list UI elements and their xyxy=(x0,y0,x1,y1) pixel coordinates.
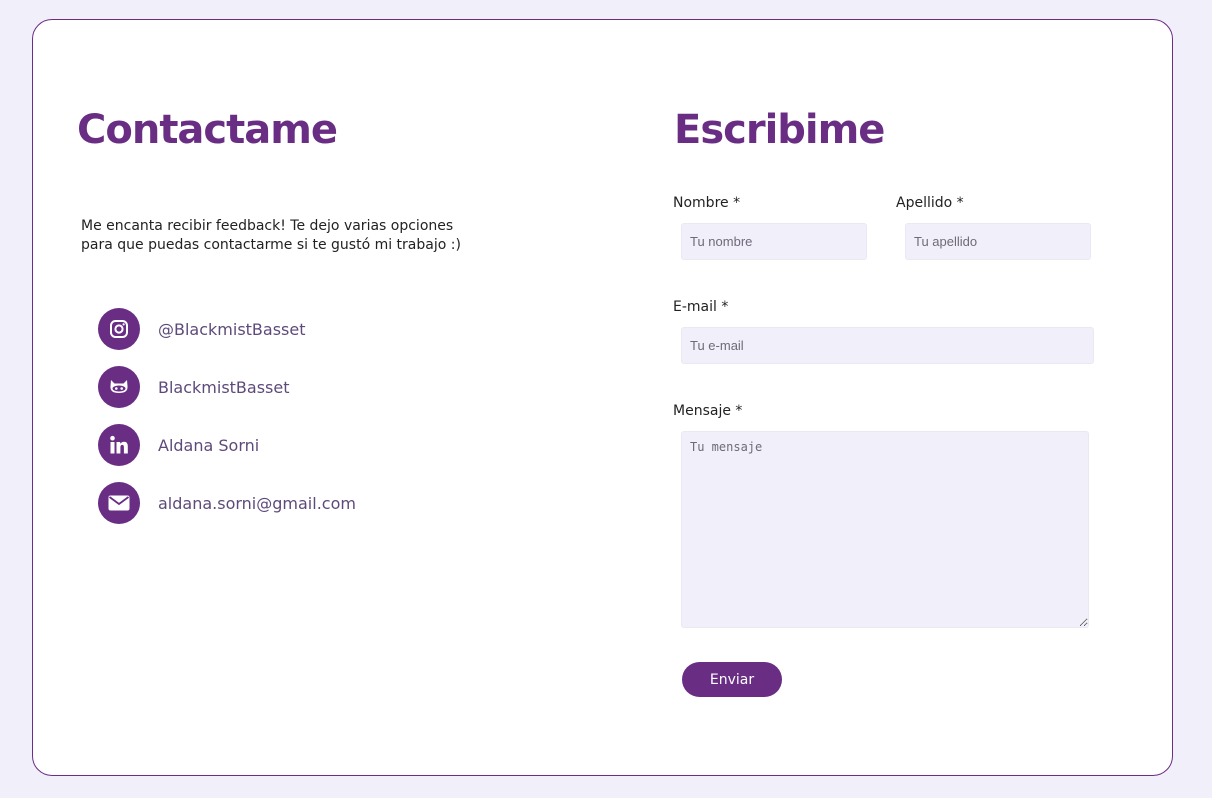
linkedin-icon xyxy=(98,424,140,466)
contact-card: Contactame Me encanta recibir feedback! … xyxy=(32,19,1173,776)
email-input[interactable] xyxy=(681,327,1094,364)
contact-item-email[interactable]: aldana.sorni@gmail.com xyxy=(98,482,356,524)
enviar-button[interactable]: Enviar xyxy=(682,662,782,697)
intro-line-2: para que puedas contactarme si te gustó … xyxy=(81,237,461,253)
contact-item-linkedin[interactable]: Aldana Sorni xyxy=(98,424,259,466)
contact-item-label: Aldana Sorni xyxy=(158,435,260,455)
intro-line-1: Me encanta recibir feedback! Te dejo var… xyxy=(81,218,454,234)
email-label: E-mail * xyxy=(673,299,729,315)
contact-item-instagram[interactable]: @BlackmistBasset xyxy=(98,308,306,350)
contact-item-label: @BlackmistBasset xyxy=(158,319,306,339)
apellido-label: Apellido * xyxy=(896,195,964,211)
mensaje-textarea[interactable] xyxy=(681,431,1089,628)
contact-intro: Me encanta recibir feedback! Te dejo var… xyxy=(81,217,501,255)
email-icon xyxy=(98,482,140,524)
mensaje-label: Mensaje * xyxy=(673,403,743,419)
form-heading: Escribime xyxy=(674,107,885,153)
nombre-input[interactable] xyxy=(681,223,867,260)
contact-item-github[interactable]: BlackmistBasset xyxy=(98,366,290,408)
contact-item-label: BlackmistBasset xyxy=(158,377,290,397)
instagram-icon xyxy=(98,308,140,350)
contact-heading: Contactame xyxy=(77,107,338,153)
apellido-input[interactable] xyxy=(905,223,1091,260)
contact-item-label: aldana.sorni@gmail.com xyxy=(158,493,356,513)
nombre-label: Nombre * xyxy=(673,195,741,211)
github-icon xyxy=(98,366,140,408)
